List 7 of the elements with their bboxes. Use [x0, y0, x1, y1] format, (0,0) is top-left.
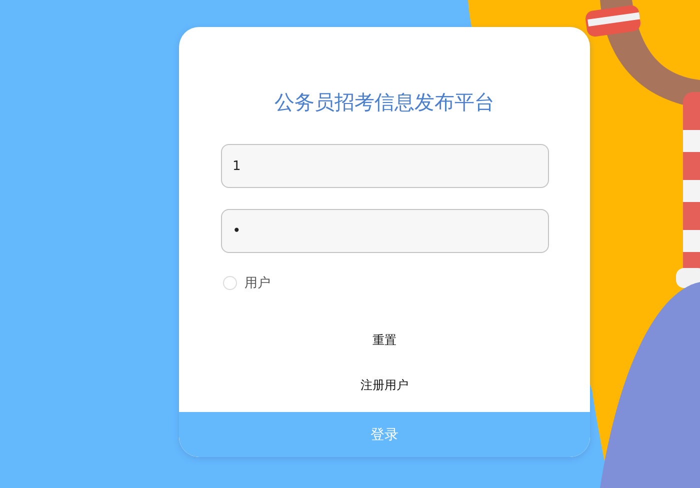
- username-field[interactable]: 1: [220, 144, 548, 188]
- register-button[interactable]: 注册用户: [356, 375, 412, 396]
- radio-label: 用户: [244, 275, 270, 292]
- password-field[interactable]: •: [220, 209, 548, 253]
- radio-button[interactable]: [222, 276, 236, 290]
- page-title: 公务员招考信息发布平台: [274, 89, 494, 116]
- reset-button[interactable]: 重置: [368, 330, 400, 351]
